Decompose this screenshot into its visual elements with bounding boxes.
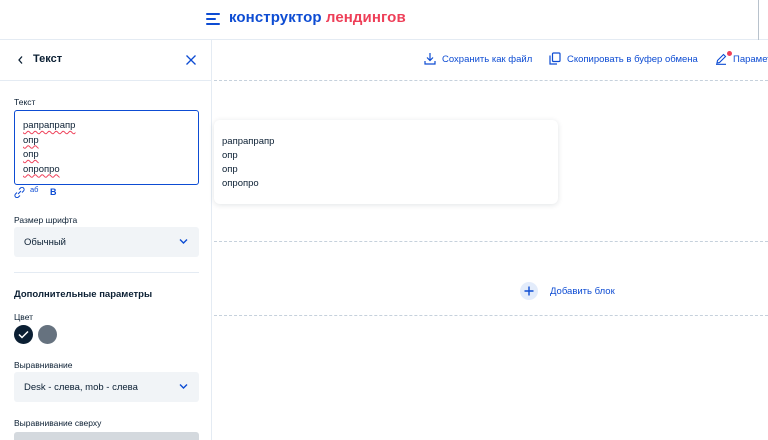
align-value: Desk - слева, mob - слева bbox=[24, 382, 138, 393]
chevron-down-icon bbox=[179, 239, 188, 244]
panel-title: Текст bbox=[33, 53, 63, 65]
brand-part-1: конструктор bbox=[229, 9, 322, 26]
panel-header: Текст bbox=[0, 40, 211, 81]
params-label: Парамет bbox=[733, 54, 768, 65]
font-size-label: Размер шрифта bbox=[14, 215, 78, 225]
text-block-content: рапрапрапр опр опр опропро bbox=[222, 135, 274, 191]
menu-icon[interactable] bbox=[206, 13, 220, 25]
text-line: опропро bbox=[222, 178, 259, 189]
add-block-label: Добавить блок bbox=[550, 286, 615, 297]
text-line: опропро bbox=[23, 163, 60, 175]
chevron-down-icon bbox=[179, 384, 188, 389]
back-arrow-icon[interactable] bbox=[16, 53, 26, 67]
color-swatch-gray[interactable] bbox=[38, 325, 57, 344]
copy-clipboard-label: Скопировать в буфер обмена bbox=[567, 54, 698, 65]
top-header: конструктор лендингов bbox=[0, 0, 768, 40]
text-input[interactable]: рапрапрапр опр опр опропро bbox=[14, 110, 199, 185]
align-top-select[interactable] bbox=[14, 432, 199, 440]
font-size-value: Обычный bbox=[24, 237, 66, 248]
text-case-icon[interactable]: аб bbox=[30, 185, 38, 194]
add-circle bbox=[520, 282, 538, 300]
text-line: опр bbox=[23, 134, 39, 146]
align-select[interactable]: Desk - слева, mob - слева bbox=[14, 372, 199, 402]
link-add-icon[interactable] bbox=[14, 187, 26, 198]
text-line: опр bbox=[222, 164, 238, 175]
brand-part-2: лендингов bbox=[325, 9, 406, 26]
text-line: опр bbox=[23, 149, 39, 160]
extra-params-title: Дополнительные параметры bbox=[14, 289, 153, 300]
block-divider bbox=[214, 315, 768, 316]
align-label: Выравнивание bbox=[14, 360, 73, 370]
copy-icon bbox=[549, 52, 561, 65]
color-label: Цвет bbox=[14, 312, 34, 322]
window-edge bbox=[758, 0, 759, 40]
pencil-icon bbox=[716, 53, 727, 65]
text-line: опр bbox=[222, 150, 238, 161]
font-size-select[interactable]: Обычный bbox=[14, 227, 199, 257]
text-line: рапрапрапр bbox=[222, 136, 275, 147]
text-line: рапрапрапр bbox=[23, 120, 76, 131]
plus-icon bbox=[524, 286, 534, 296]
close-icon[interactable] bbox=[185, 54, 197, 66]
check-icon bbox=[18, 330, 29, 339]
save-file-label: Сохранить как файл bbox=[442, 54, 533, 65]
color-swatch-dark[interactable] bbox=[14, 325, 33, 344]
block-divider bbox=[214, 241, 768, 242]
section-divider bbox=[14, 272, 199, 273]
settings-panel: Текст Текст рапрапрапр опр опр опропро а… bbox=[0, 40, 212, 440]
toolbar-divider bbox=[214, 80, 768, 81]
bold-button[interactable]: B bbox=[50, 187, 57, 197]
text-block-card[interactable]: рапрапрапр опр опр опропро bbox=[214, 120, 558, 204]
text-field-label: Текст bbox=[14, 97, 36, 107]
download-icon bbox=[424, 53, 436, 65]
brand-logo[interactable]: конструктор лендингов bbox=[229, 9, 406, 26]
notification-dot bbox=[727, 51, 732, 56]
align-top-label: Выравнивание сверху bbox=[14, 418, 102, 428]
